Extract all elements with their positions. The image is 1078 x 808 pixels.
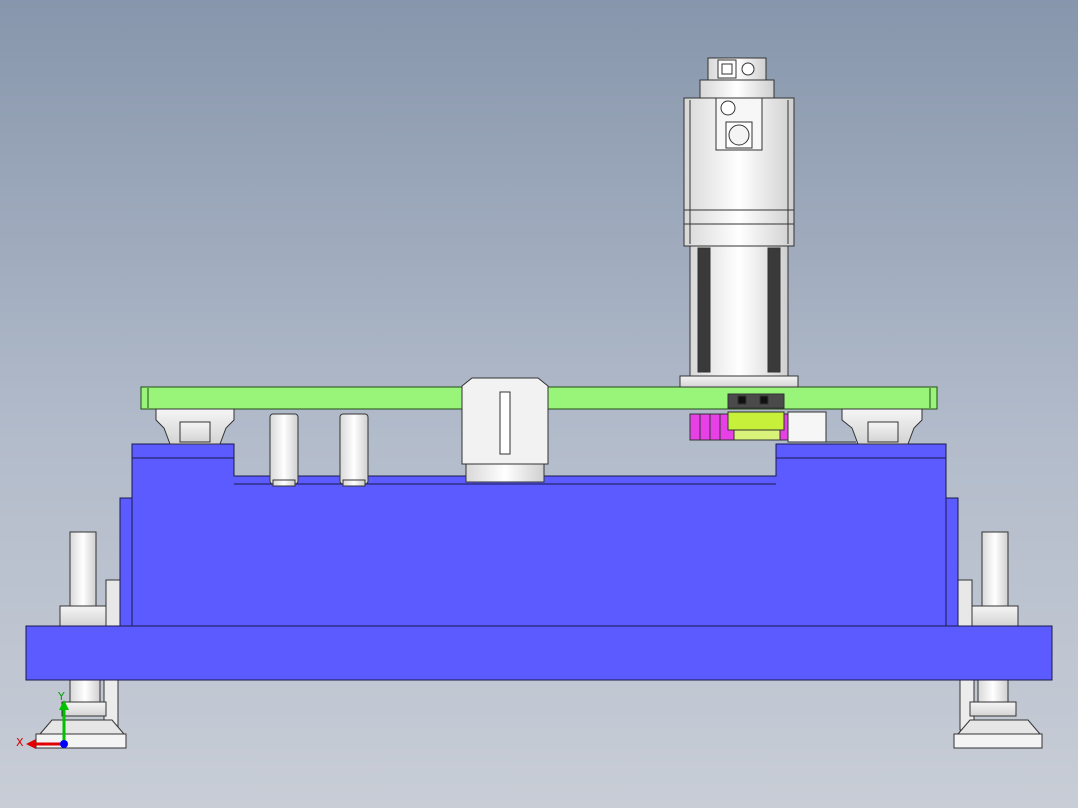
cad-viewport[interactable]: Y X [0,0,1078,808]
servo-motor [679,57,799,388]
support-posts [269,413,369,487]
left-rail-carriage [155,408,235,445]
right-rail-carriage [841,408,923,445]
y-axis-label: Y [57,690,65,703]
assembly-drawing: Y X [16,57,1053,749]
x-axis-label: X [16,736,24,749]
center-block [461,377,549,483]
